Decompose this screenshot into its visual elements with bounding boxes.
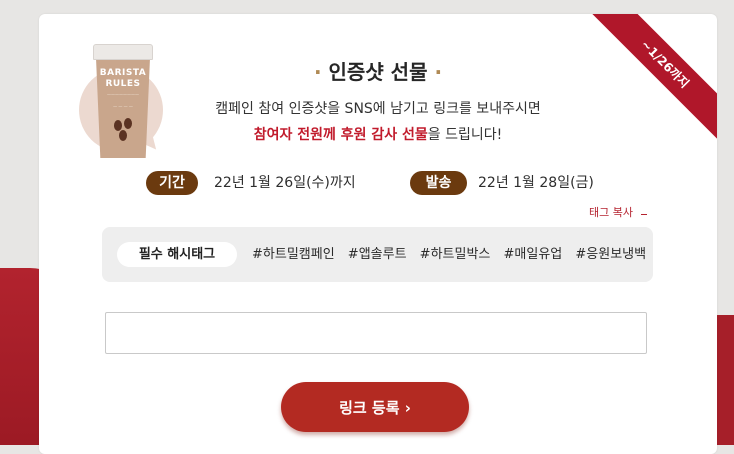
cup-fine-print: ————————: [107, 92, 139, 97]
link-input[interactable]: [105, 312, 647, 354]
description-highlight: 참여자 전원께 후원 감사 선물: [253, 127, 428, 143]
tag-copy-underline: [641, 214, 647, 215]
hashtag-box: 필수 해시태그 #하트밀캠페인 #앱솔루트 #하트밀박스 #매일유업 #응원보냉…: [102, 227, 653, 282]
tag-copy-link[interactable]: 태그 복사: [589, 204, 633, 220]
period-value: 22년 1월 26일(수)까지: [214, 175, 356, 191]
hashtag-item: #하트밀캠페인: [252, 247, 335, 262]
hashtag-item: #앱솔루트: [347, 247, 407, 262]
shipping-badge: 발송: [410, 171, 467, 195]
hashtag-item: #하트밀박스: [419, 247, 491, 262]
hashtag-item: #응원보냉백: [575, 247, 647, 262]
hashtag-item: #매일유업: [503, 247, 563, 262]
hashtag-list: #하트밀캠페인 #앱솔루트 #하트밀박스 #매일유업 #응원보냉백: [252, 242, 655, 267]
required-hashtag-label: 필수 해시태그: [117, 242, 237, 267]
register-link-button[interactable]: 링크 등록 ›: [281, 382, 469, 432]
page-title: · 인증샷 선물 ·: [39, 56, 717, 85]
title-dot-right: ·: [434, 60, 443, 84]
shipping-value: 22년 1월 28일(금): [478, 175, 594, 191]
campaign-card: ~1/26까지 BARISTA RULES ———————— — — — — ·…: [39, 14, 717, 454]
description-line1: 캠페인 참여 인증샷을 SNS에 남기고 링크를 보내주시면: [215, 101, 541, 117]
description-line2: 참여자 전원께 후원 감사 선물을 드립니다!: [39, 124, 717, 144]
description-rest: 을 드립니다!: [427, 127, 503, 143]
period-badge: 기간: [146, 171, 198, 195]
title-text: 인증샷 선물: [328, 60, 428, 84]
title-dot-left: ·: [313, 60, 322, 84]
